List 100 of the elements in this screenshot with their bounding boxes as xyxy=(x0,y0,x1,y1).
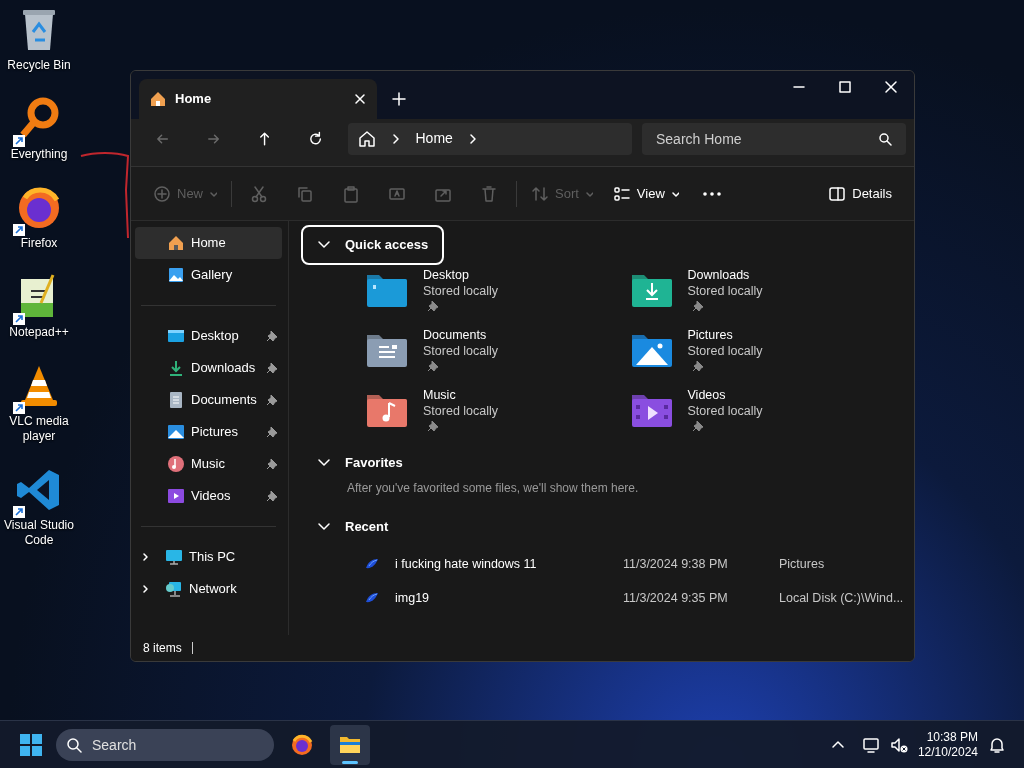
taskbar-app-button[interactable] xyxy=(330,724,370,765)
folder-status: Stored locally xyxy=(687,403,763,419)
home-icon xyxy=(167,234,185,252)
gallery-icon xyxy=(167,266,185,284)
desktop-icon-label[interactable]: Visual Studio Code xyxy=(0,518,78,548)
clipboard-icon xyxy=(342,184,360,203)
sidebar-label: Home xyxy=(191,234,227,253)
chevron-right-icon[interactable] xyxy=(141,552,151,562)
chevron-down-icon xyxy=(584,189,593,198)
download-icon xyxy=(167,359,185,377)
section-header[interactable]: Quick access xyxy=(301,225,445,265)
sidebar-item[interactable]: Music xyxy=(135,448,282,480)
speaker-muted-icon[interactable] xyxy=(889,735,908,754)
folder-name: Videos xyxy=(687,387,727,403)
chevron-down-icon xyxy=(209,189,217,198)
folder-tile[interactable]: Videos Stored locally xyxy=(629,387,894,435)
details-pane-icon xyxy=(828,184,847,203)
folder-tile[interactable]: Downloads Stored locally xyxy=(629,267,894,315)
desktop-icon-label[interactable]: Everything xyxy=(10,147,68,162)
desktop-icon-label[interactable]: Notepad++ xyxy=(9,325,69,340)
sidebar-label: This PC xyxy=(189,548,237,567)
sidebar-item[interactable]: Videos xyxy=(135,480,282,512)
file-name[interactable]: img19 xyxy=(395,588,623,608)
monitor-icon xyxy=(165,548,183,566)
sidebar-item[interactable]: Desktop xyxy=(135,320,282,352)
sidebar-item[interactable]: Downloads xyxy=(135,352,282,384)
sort-icon xyxy=(531,184,549,203)
picture-icon xyxy=(167,423,185,441)
clock-time: 10:38 PM xyxy=(926,729,978,745)
sidebar-item[interactable]: Documents xyxy=(135,384,282,416)
view-button[interactable]: View xyxy=(602,176,689,211)
folder-status: Stored locally xyxy=(423,403,499,419)
network-icon xyxy=(165,580,183,598)
scissors-icon xyxy=(250,184,268,203)
desktop-icon xyxy=(167,327,185,345)
taskbar-search-field[interactable]: Search xyxy=(56,728,274,761)
monitor-icon[interactable] xyxy=(861,735,880,754)
folder-name: Downloads xyxy=(687,267,751,283)
music-icon xyxy=(167,455,185,473)
windows-start-icon[interactable] xyxy=(18,731,44,758)
maximize-icon[interactable] xyxy=(837,79,853,95)
sidebar-item[interactable]: Pictures xyxy=(135,416,282,448)
bell-icon[interactable] xyxy=(988,735,1006,754)
search-field[interactable]: Search Home xyxy=(642,122,906,155)
clock-date: 12/10/2024 xyxy=(917,744,978,760)
folder-status: Stored locally xyxy=(423,343,499,359)
sidebar-label: Desktop xyxy=(191,327,240,346)
file-date: 11/3/2024 9:35 PM xyxy=(623,589,729,607)
plus-circle-icon xyxy=(153,184,171,203)
item-count: 8 items xyxy=(143,640,182,657)
desktop-icon-label[interactable]: Recycle Bin xyxy=(7,58,71,73)
section-header[interactable]: Favorites xyxy=(301,443,419,483)
folder-name: Pictures xyxy=(687,327,734,343)
folder-tile[interactable]: Desktop Stored locally xyxy=(365,267,630,315)
folder-tile[interactable]: Documents Stored locally xyxy=(365,327,630,375)
firefox-icon xyxy=(290,732,314,757)
folder-name: Music xyxy=(423,387,457,403)
sidebar-label: Gallery xyxy=(191,266,234,285)
search-icon xyxy=(66,736,82,753)
folder-status: Stored locally xyxy=(687,283,763,299)
file-location: Pictures xyxy=(779,555,825,573)
more-icon xyxy=(702,191,721,196)
folder-status: Stored locally xyxy=(687,343,763,359)
breadcrumb-item[interactable]: Home xyxy=(415,128,453,149)
copy-icon xyxy=(296,184,314,203)
sidebar-item[interactable]: This PC xyxy=(135,541,282,573)
search-icon xyxy=(878,131,892,146)
file-date: 11/3/2024 9:38 PM xyxy=(623,555,729,573)
chevron-down-icon xyxy=(670,189,679,198)
section-header[interactable]: Recent xyxy=(301,507,405,547)
folder-tile[interactable]: Music Stored locally xyxy=(365,387,630,435)
file-name[interactable]: i fucking hate windows 11 xyxy=(395,554,623,574)
address-bar[interactable]: Home xyxy=(347,122,632,155)
home-icon xyxy=(149,90,167,108)
clock[interactable]: 10:38 PM 12/10/2024 xyxy=(917,729,978,760)
folder-name: Documents xyxy=(423,327,488,343)
desktop-icon-label[interactable]: VLC media player xyxy=(0,414,78,444)
sidebar-item[interactable]: Network xyxy=(135,573,282,605)
folder-status: Stored locally xyxy=(423,283,499,299)
sidebar-label: Network xyxy=(189,580,238,599)
file-location: Local Disk (C:)\Wind... xyxy=(779,589,904,607)
desktop-icon-label[interactable]: Firefox xyxy=(20,236,58,251)
details-button[interactable]: Details xyxy=(818,176,902,211)
sidebar-item[interactable]: Gallery xyxy=(135,259,282,291)
tab[interactable]: Home xyxy=(139,79,377,119)
document-icon xyxy=(167,391,185,409)
folder-name: Desktop xyxy=(423,267,470,283)
sidebar-item[interactable]: Home xyxy=(135,227,282,259)
sidebar-label: Documents xyxy=(191,391,258,410)
trash-icon xyxy=(480,184,498,203)
sidebar-label: Videos xyxy=(191,487,232,506)
list-view-icon xyxy=(612,184,631,203)
folder-tile[interactable]: Pictures Stored locally xyxy=(629,327,894,375)
close-icon[interactable] xyxy=(883,79,899,95)
plus-icon[interactable] xyxy=(391,91,407,107)
sidebar-label: Music xyxy=(191,455,226,474)
empty-message: After you've favorited some files, we'll show them here. xyxy=(346,480,640,497)
close-icon[interactable] xyxy=(353,92,367,106)
chevron-right-icon[interactable] xyxy=(141,584,151,594)
sidebar-label: Pictures xyxy=(191,423,239,442)
